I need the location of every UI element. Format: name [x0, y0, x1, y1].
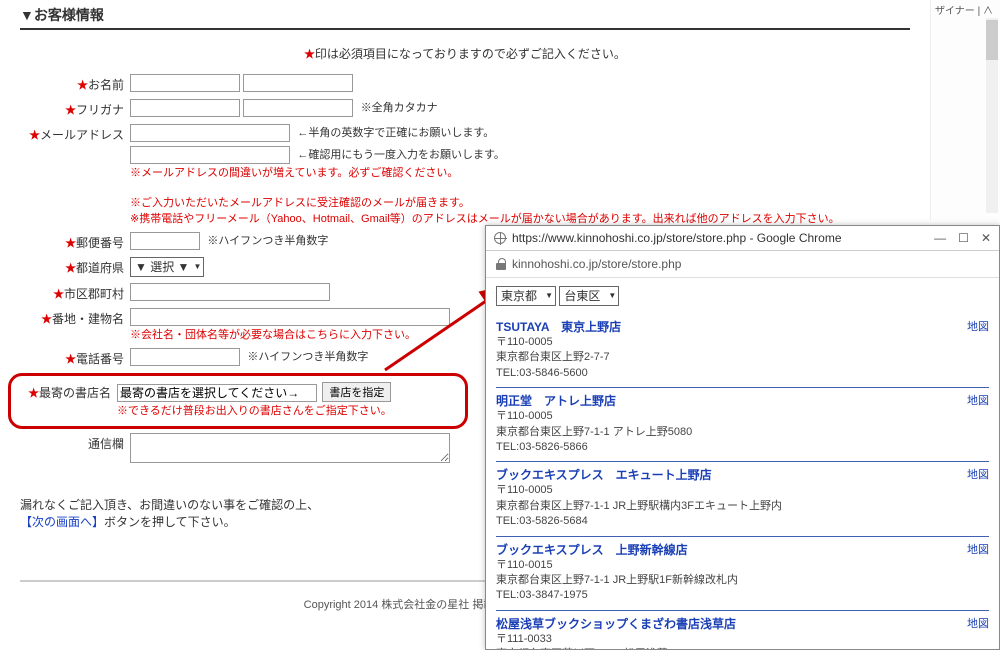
store-zip: 〒110-0005: [496, 483, 989, 498]
stub-tab-label: ザイナー | ∧: [931, 0, 1000, 19]
store-item[interactable]: 地図明正堂 アトレ上野店〒110-0005東京都台東区上野7-1-1 アトレ上野…: [496, 388, 989, 462]
popup-pref-select[interactable]: 東京都: [496, 286, 556, 306]
store-zip: 〒110-0005: [496, 335, 989, 350]
postal-hint: ※ハイフンつき半角数字: [207, 235, 328, 247]
address-hint: ※会社名・団体名等が必要な場合はこちらに入力下さい。: [130, 329, 416, 341]
label-postal: 郵便番号: [76, 236, 124, 250]
store-address: 東京都台東区上野7-1-1 アトレ上野5080: [496, 425, 989, 440]
label-name: お名前: [88, 78, 124, 92]
store-name[interactable]: 明正堂 アトレ上野店: [496, 392, 989, 409]
designer-sidebar-stub: ザイナー | ∧: [930, 0, 1000, 220]
city-input[interactable]: [130, 283, 330, 301]
tel-input[interactable]: [130, 348, 240, 366]
store-address: 東京都台東区上野2-7-7: [496, 350, 989, 365]
store-tel: TEL:03-5846-5600: [496, 366, 989, 381]
globe-icon: [494, 232, 506, 244]
email-hint2: ←確認用にもう一度入力をお願いします。: [297, 149, 505, 161]
store-zip: 〒111-0033: [496, 632, 989, 647]
store-list: 地図TSUTAYA 東京上野店〒110-0005東京都台東区上野2-7-7TEL…: [496, 314, 989, 649]
email-warning: ※メールアドレスの間違いが増えています。必ずご確認ください。: [130, 167, 458, 179]
map-link[interactable]: 地図: [967, 392, 989, 408]
popup-title-text: https://www.kinnohoshi.co.jp/store/store…: [512, 231, 842, 245]
store-item[interactable]: 地図ブックエキスプレス 上野新幹線店〒110-0015東京都台東区上野7-1-1…: [496, 537, 989, 611]
required-field-note: ★印は必須項目になっておりますので必ずご記入ください。: [20, 45, 910, 62]
label-city: 市区郡町村: [64, 287, 124, 301]
store-note: ※できるだけ普段お出入りの書店さんをご指定下さい。: [117, 405, 392, 417]
close-button[interactable]: ✕: [981, 231, 991, 245]
nearest-store-input[interactable]: [117, 384, 317, 402]
address-bar[interactable]: kinnohoshi.co.jp/store/store.php: [486, 251, 999, 278]
store-name[interactable]: ブックエキスプレス 上野新幹線店: [496, 541, 989, 558]
url-text: kinnohoshi.co.jp/store/store.php: [512, 257, 681, 271]
map-link[interactable]: 地図: [967, 615, 989, 631]
label-msg: 通信欄: [88, 437, 124, 451]
confirm-line1: 漏れなくご記入頂き、お間違いのない事をご確認の上、: [20, 498, 319, 512]
label-email: メールアドレス: [40, 128, 124, 142]
stub-scrollbar-thumb[interactable]: [986, 20, 998, 60]
postal-input[interactable]: [130, 232, 200, 250]
label-tel: 電話番号: [76, 352, 124, 366]
confirm-line2: ボタンを押して下さい。: [104, 515, 236, 529]
prefecture-select[interactable]: ▼ 選択 ▼: [130, 257, 204, 277]
label-pref: 都道府県: [76, 261, 124, 275]
store-picker-window: https://www.kinnohoshi.co.jp/store/store…: [485, 225, 1000, 650]
store-zip: 〒110-0015: [496, 558, 989, 573]
store-zip: 〒110-0005: [496, 409, 989, 424]
store-tel: TEL:03-5826-5684: [496, 514, 989, 529]
label-kana: フリガナ: [76, 103, 124, 117]
label-addr: 番地・建物名: [52, 312, 124, 326]
store-item[interactable]: 地図松屋浅草ブックショップくまざわ書店浅草店〒111-0033東京都台東区花川戸…: [496, 611, 989, 649]
maximize-button[interactable]: ☐: [958, 231, 969, 245]
store-tel: TEL:03-5826-5866: [496, 440, 989, 455]
required-note-text: 印は必須項目になっておりますので必ずご記入ください。: [315, 47, 626, 61]
star-icon: ★: [304, 47, 315, 61]
map-link[interactable]: 地図: [967, 466, 989, 482]
choose-store-button[interactable]: 書店を指定: [322, 382, 391, 402]
kana-hint: ※全角カタカナ: [361, 102, 438, 114]
nearest-store-highlight: ★最寄の書店名 書店を指定 ※できるだけ普段お出入りの書店さんをご指定下さい。: [8, 373, 468, 429]
section-title: ▼お客様情報: [20, 5, 910, 30]
kana-sei-input[interactable]: [130, 99, 240, 117]
store-address: 東京都台東区花川戸1-4-1 松屋浅草6F: [496, 647, 989, 649]
email-note2: ※携帯電話やフリーメール（Yahoo、Hotmail、Gmail等）のアドレスは…: [130, 213, 840, 225]
tel-hint: ※ハイフンつき半角数字: [247, 351, 368, 363]
email-note1: ※ご入力いただいたメールアドレスに受注確認のメールが届きます。: [130, 197, 470, 209]
store-name[interactable]: ブックエキスプレス エキュート上野店: [496, 466, 989, 483]
map-link[interactable]: 地図: [967, 541, 989, 557]
name-sei-input[interactable]: [130, 74, 240, 92]
email-input[interactable]: [130, 124, 290, 142]
store-item[interactable]: 地図ブックエキスプレス エキュート上野店〒110-0005東京都台東区上野7-1…: [496, 462, 989, 536]
minimize-button[interactable]: —: [934, 231, 946, 245]
store-tel: TEL:03-3847-1975: [496, 588, 989, 603]
kana-mei-input[interactable]: [243, 99, 353, 117]
lock-icon: [496, 258, 506, 270]
store-address: 東京都台東区上野7-1-1 JR上野駅構内3Fエキュート上野内: [496, 499, 989, 514]
popup-area-select[interactable]: 台東区: [559, 286, 619, 306]
store-name[interactable]: TSUTAYA 東京上野店: [496, 318, 989, 335]
store-name[interactable]: 松屋浅草ブックショップくまざわ書店浅草店: [496, 615, 989, 632]
email-hint1: ←半角の英数字で正確にお願いします。: [297, 127, 494, 139]
email-confirm-input[interactable]: [130, 146, 290, 164]
store-address: 東京都台東区上野7-1-1 JR上野駅1F新幹線改札内: [496, 573, 989, 588]
store-item[interactable]: 地図TSUTAYA 東京上野店〒110-0005東京都台東区上野2-7-7TEL…: [496, 314, 989, 388]
name-mei-input[interactable]: [243, 74, 353, 92]
map-link[interactable]: 地図: [967, 318, 989, 334]
address-input[interactable]: [130, 308, 450, 326]
message-textarea[interactable]: [130, 433, 450, 463]
next-screen-link-text: 【次の画面へ】: [20, 515, 104, 529]
popup-titlebar[interactable]: https://www.kinnohoshi.co.jp/store/store…: [486, 226, 999, 251]
label-store: 最寄の書店名: [39, 386, 111, 400]
